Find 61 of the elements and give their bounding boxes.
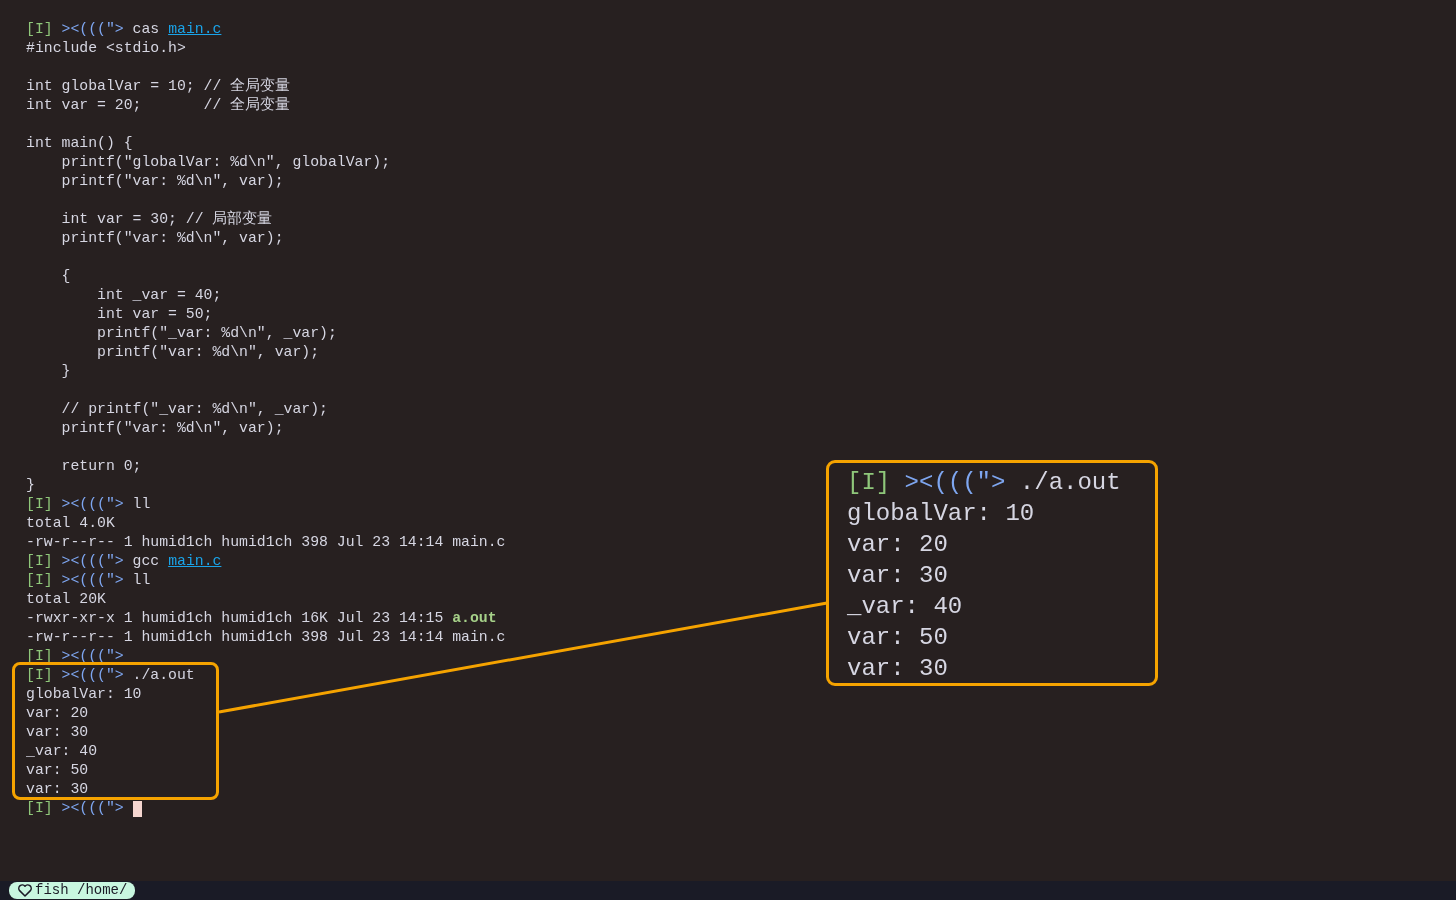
mode-indicator: [I] [26,20,53,39]
code-line: int var = 30; // 局部变量 [60,210,273,229]
output-line: var: 20 [847,530,948,560]
code-line: int var = 50; [96,305,213,324]
file-link[interactable]: main.c [168,20,222,39]
command-text: gcc [132,552,160,571]
prompt-symbol: ><((("> [61,20,124,39]
prompt-symbol: ><((("> [61,666,124,685]
mode-indicator: [I] [26,495,53,514]
command-text: ll [132,571,151,590]
prompt-symbol: ><((("> [61,647,124,666]
code-line: int var = 20; // 全局变量 [26,96,291,115]
prompt-symbol: ><((("> [61,552,124,571]
code-line: { [60,267,71,286]
output-line: _var: 40 [847,592,963,622]
code-line: int globalVar = 10; // 全局变量 [26,77,291,96]
mode-indicator: [I] [26,666,53,685]
output-line: var: 30 [847,561,948,591]
code-line: printf("var: %d\n", var); [60,419,284,438]
code-line: int _var = 40; [96,286,222,305]
mode-indicator: [I] [847,468,891,498]
prompt-symbol: ><((("> [61,495,124,514]
output-line: _var: 40 [26,742,98,761]
code-line: return 0; [60,457,142,476]
output-line: -rw-r--r-- 1 humid1ch humid1ch 398 Jul 23 14:14 main.c [26,533,506,552]
output-line: var: 20 [26,704,89,723]
shell-path: fish /home/ [35,882,128,899]
code-line: printf("_var: %d\n", _var); [96,324,337,343]
code-line: } [60,362,71,381]
code-line: } [26,476,35,495]
output-line: var: 50 [26,761,89,780]
file-link[interactable]: main.c [168,552,222,571]
command-text: ./a.out [132,666,195,685]
output-line: -rwxr-xr-x 1 humid1ch humid1ch 16K Jul 23 14:15 [26,609,444,628]
output-line: total 4.0K [26,514,115,533]
command-text: cas [132,20,160,39]
mode-indicator: [I] [26,552,53,571]
mode-indicator: [I] [26,799,53,818]
code-line: printf("var: %d\n", var); [60,172,284,191]
output-line: var: 30 [26,723,89,742]
heart-icon [18,884,32,897]
mode-indicator: [I] [26,571,53,590]
code-line: // printf("_var: %d\n", _var); [60,400,328,419]
output-line: globalVar: 10 [847,499,1035,529]
code-line: printf("var: %d\n", var); [96,343,320,362]
prompt-symbol: ><((("> [61,571,124,590]
prompt-symbol: ><((("> [904,468,1006,498]
command-text: ./a.out [1019,468,1121,498]
output-line: var: 30 [26,780,89,799]
code-line: #include <stdio.h> [26,39,186,58]
output-line: total 20K [26,590,106,609]
prompt-symbol: ><((("> [61,799,124,818]
file-name: a.out [452,609,497,628]
code-line: printf("var: %d\n", var); [60,229,284,248]
output-line: globalVar: 10 [26,685,142,704]
output-line: var: 30 [847,654,948,684]
code-line: int main() { [26,134,133,153]
command-text: ll [132,495,151,514]
code-line: printf("globalVar: %d\n", globalVar); [60,153,391,172]
output-line: -rw-r--r-- 1 humid1ch humid1ch 398 Jul 23 14:14 main.c [26,628,506,647]
output-line: var: 50 [847,623,948,653]
